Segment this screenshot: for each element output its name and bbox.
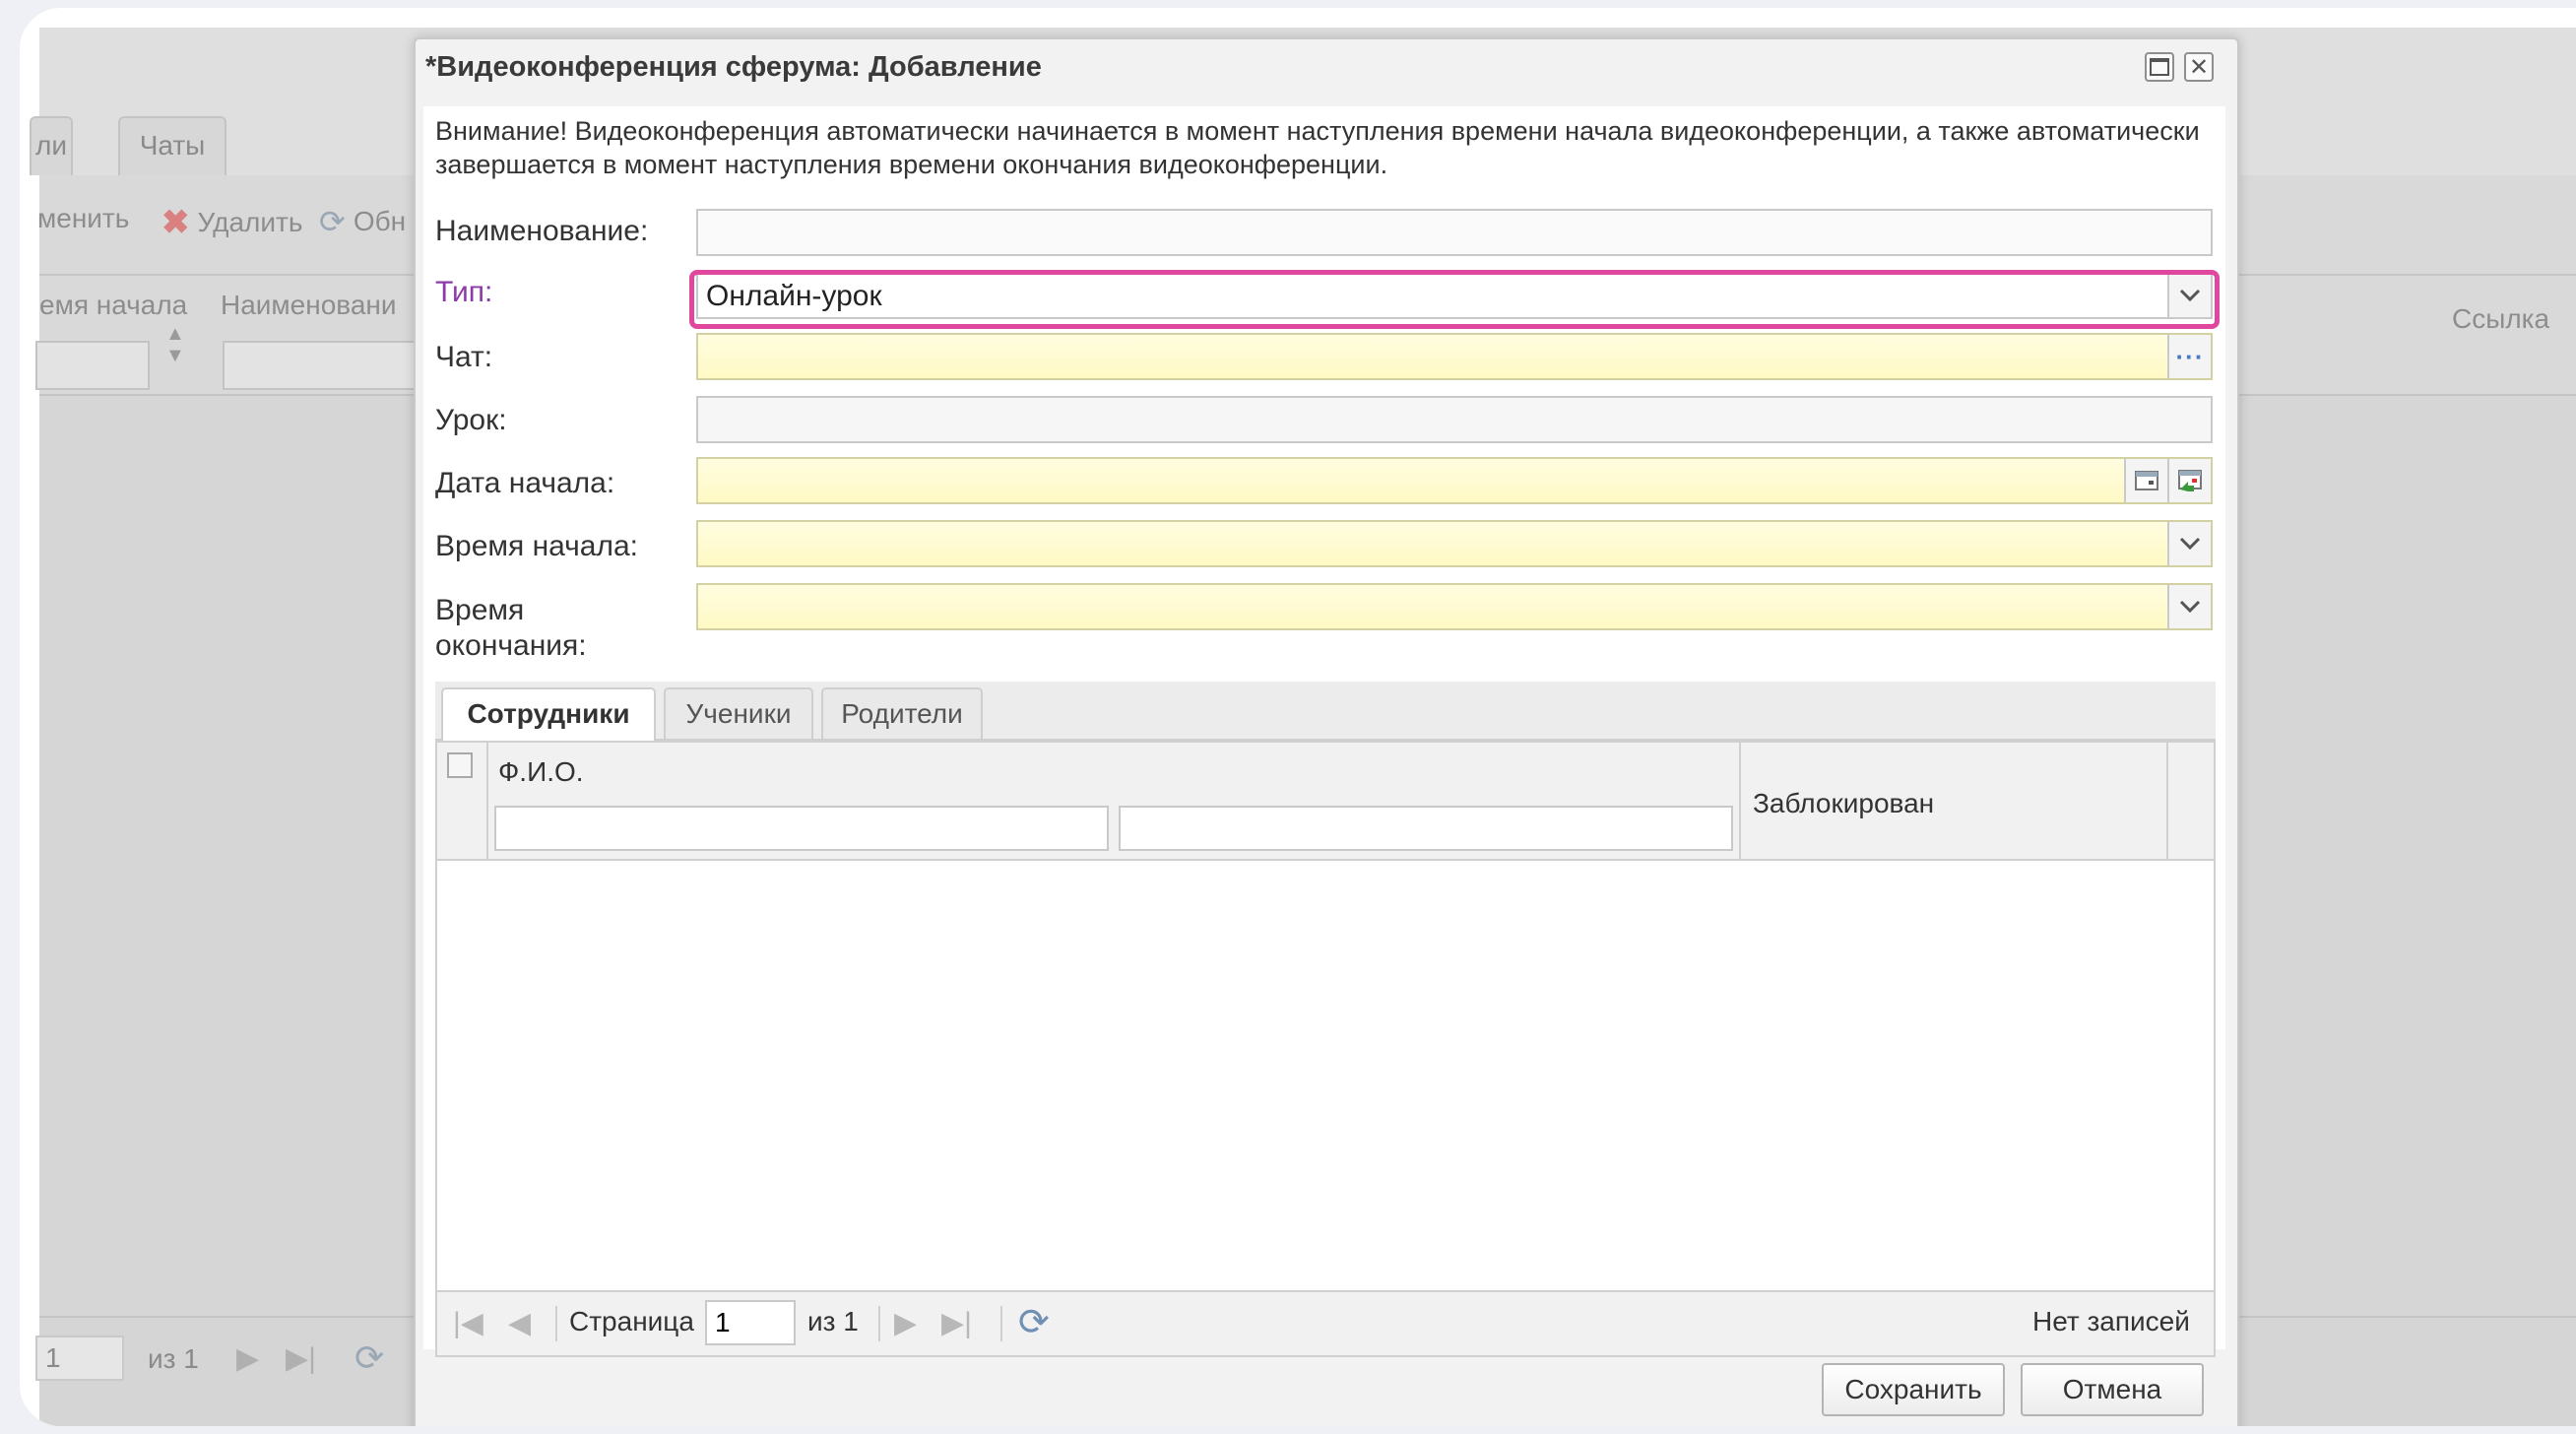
videoconference-dialog: *Видеоконференция сферума: Добавление ✕ … bbox=[414, 37, 2239, 1426]
tab-students-label: Ученики bbox=[685, 698, 792, 729]
background-edit-label: менить bbox=[37, 203, 130, 233]
lesson-field[interactable] bbox=[696, 396, 2213, 443]
pager-separator bbox=[878, 1306, 880, 1341]
page-label: Страница bbox=[569, 1306, 694, 1336]
tab-employees[interactable]: Сотрудники bbox=[441, 687, 656, 741]
end-time-label: Время окончания: bbox=[435, 593, 587, 664]
chevron-down-icon[interactable] bbox=[2167, 522, 2211, 565]
background-delete-button[interactable]: ✖ Удалить bbox=[161, 203, 302, 242]
start-time-select[interactable] bbox=[696, 520, 2213, 567]
background-tab-partial[interactable]: ли bbox=[30, 116, 73, 175]
spinner-arrows-icon[interactable]: ▲ ▼ bbox=[165, 323, 185, 366]
prev-page-icon[interactable]: ◀ bbox=[508, 1306, 531, 1340]
pager-separator bbox=[555, 1306, 557, 1341]
background-col-link-label: Ссылка bbox=[2452, 303, 2550, 334]
background-col-start-time[interactable]: емя начала bbox=[39, 290, 187, 321]
last-page-icon[interactable]: ▶| bbox=[286, 1341, 316, 1376]
tab-employees-label: Сотрудники bbox=[467, 698, 630, 729]
next-page-icon[interactable]: ▶ bbox=[236, 1341, 259, 1376]
next-page-icon[interactable]: ▶ bbox=[894, 1306, 917, 1340]
name-label: Наименование: bbox=[435, 215, 649, 247]
end-time-label-line2: окончания: bbox=[435, 629, 587, 662]
fio-filter-input[interactable] bbox=[494, 806, 1109, 851]
delete-icon: ✖ bbox=[161, 204, 190, 241]
background-col-name[interactable]: Наименовани bbox=[221, 290, 397, 321]
notice-text: Внимание! Видеоконференция автоматически… bbox=[435, 116, 2200, 179]
lesson-label: Урок: bbox=[435, 404, 507, 436]
start-time-label: Время начала: bbox=[435, 530, 639, 562]
dialog-title: *Видеоконференция сферума: Добавление bbox=[425, 51, 1042, 83]
ellipsis-icon[interactable]: ··· bbox=[2167, 335, 2211, 378]
refresh-icon[interactable]: ⟳ bbox=[1018, 1300, 1050, 1344]
background-refresh-button[interactable]: ⟳ Обн bbox=[319, 203, 406, 240]
page-input[interactable]: 1 bbox=[705, 1300, 796, 1345]
background-col-name-label: Наименовани bbox=[221, 290, 397, 320]
calendar-today-icon[interactable] bbox=[2167, 459, 2211, 502]
start-date-field[interactable] bbox=[696, 457, 2213, 504]
dialog-body: Внимание! Видеоконференция автоматически… bbox=[423, 106, 2225, 1357]
background-tab-chats-label: Чаты bbox=[139, 130, 206, 161]
type-label: Тип: bbox=[435, 276, 493, 308]
background-tab-chats[interactable]: Чаты bbox=[118, 116, 226, 175]
chevron-down-icon[interactable] bbox=[2167, 585, 2211, 628]
participants-grid: Ф.И.О. Заблокирован bbox=[435, 741, 2216, 1292]
pager-separator bbox=[1000, 1306, 1002, 1341]
start-date-label: Дата начала: bbox=[435, 467, 615, 499]
name-field[interactable] bbox=[696, 209, 2213, 256]
background-page-count: из 1 bbox=[148, 1343, 199, 1374]
last-page-icon[interactable]: ▶| bbox=[941, 1306, 972, 1340]
fio-filter-input-2[interactable] bbox=[1119, 806, 1733, 851]
maximize-icon[interactable] bbox=[2145, 52, 2174, 82]
calendar-icon[interactable] bbox=[2124, 459, 2167, 502]
end-time-label-line1: Время bbox=[435, 594, 525, 626]
tab-parents-label: Родители bbox=[841, 698, 963, 729]
grid-header-separator bbox=[1739, 743, 1741, 859]
first-page-icon[interactable]: |◀ bbox=[453, 1306, 483, 1340]
tab-parents[interactable]: Родители bbox=[821, 687, 983, 739]
type-highlight-frame bbox=[689, 270, 2220, 329]
page-count: из 1 bbox=[807, 1306, 859, 1336]
cancel-button[interactable]: Отмена bbox=[2021, 1363, 2204, 1416]
grid-header-separator bbox=[2166, 743, 2168, 859]
refresh-icon: ⟳ bbox=[319, 204, 346, 239]
background-edit-button[interactable]: менить bbox=[37, 203, 129, 234]
col-blocked[interactable]: Заблокирован bbox=[1753, 788, 1934, 819]
screenshot-frame: ли Чаты менить ✖ Удалить ⟳ Обн емя начал… bbox=[20, 8, 2576, 1426]
background-refresh-icon[interactable]: ⟳ bbox=[354, 1337, 384, 1379]
grid-header: Ф.И.О. Заблокирован bbox=[437, 743, 2214, 861]
participants-tabs: Сотрудники Ученики Родители bbox=[435, 682, 2216, 741]
end-time-select[interactable] bbox=[696, 583, 2213, 630]
background-col-start-time-label: емя начала bbox=[39, 290, 188, 320]
chat-field[interactable]: ··· bbox=[696, 333, 2213, 380]
background-filter-input[interactable] bbox=[35, 341, 150, 390]
background-refresh-label: Обн bbox=[353, 206, 407, 236]
background-tab-partial-label: ли bbox=[35, 130, 67, 161]
tab-students[interactable]: Ученики bbox=[664, 687, 813, 739]
chat-label: Чат: bbox=[435, 341, 493, 373]
background-page-input[interactable]: 1 bbox=[35, 1336, 124, 1381]
save-button[interactable]: Сохранить bbox=[1822, 1363, 2005, 1416]
grid-header-separator bbox=[486, 743, 488, 859]
background-delete-label: Удалить bbox=[197, 207, 303, 237]
close-icon[interactable]: ✕ bbox=[2184, 52, 2214, 82]
col-fio[interactable]: Ф.И.О. bbox=[498, 756, 584, 788]
no-records-status: Нет записей bbox=[2032, 1306, 2190, 1336]
select-all-checkbox[interactable] bbox=[447, 752, 473, 778]
grid-pager: |◀ ◀ Страница 1 из 1 ▶ ▶| ⟳ Нет записей bbox=[435, 1292, 2216, 1357]
background-col-link[interactable]: Ссылка bbox=[2452, 303, 2549, 335]
